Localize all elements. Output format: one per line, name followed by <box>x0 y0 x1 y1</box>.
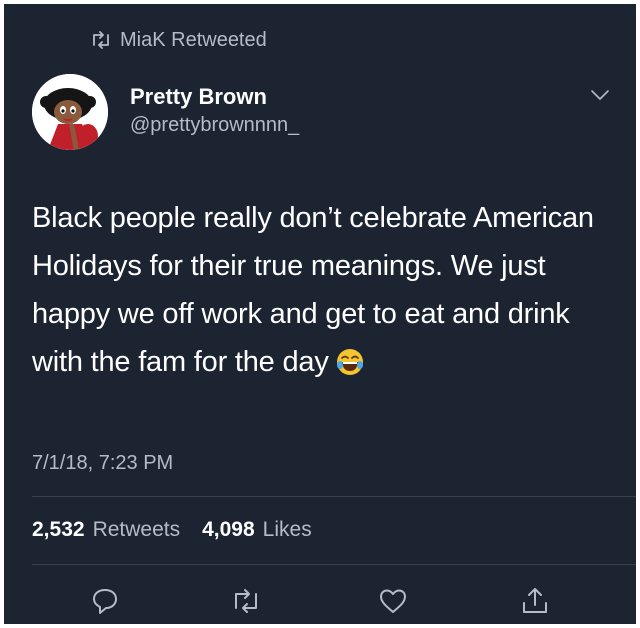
chevron-down-icon[interactable] <box>590 88 610 102</box>
tweet-card: MiaK Retweeted Pretty Brown @prettybrown… <box>4 4 636 624</box>
action-bar <box>4 584 636 624</box>
divider <box>32 496 636 497</box>
cartoon-avatar-icon <box>32 74 108 150</box>
like-icon[interactable] <box>378 586 408 616</box>
retweet-icon <box>93 31 109 49</box>
retweet-context[interactable]: MiaK Retweeted <box>90 28 267 52</box>
author-handle[interactable]: @prettybrownnnn_ <box>130 114 299 137</box>
share-icon[interactable] <box>520 586 550 616</box>
likes-count[interactable]: 4,098 <box>202 518 255 542</box>
avatar[interactable] <box>32 74 108 150</box>
tweet-timestamp[interactable]: 7/1/18, 7:23 PM <box>32 452 173 475</box>
retweet-context-label: MiaK Retweeted <box>120 28 267 51</box>
tweet-text: Black people really don’t celebrate Amer… <box>32 194 622 392</box>
divider <box>32 564 636 565</box>
author-name[interactable]: Pretty Brown <box>130 84 267 110</box>
retweet-icon[interactable] <box>230 586 262 616</box>
retweets-label[interactable]: Retweets <box>93 518 181 542</box>
likes-label[interactable]: Likes <box>263 518 312 542</box>
laughing-emoji-icon <box>335 344 365 392</box>
tweet-text-content: Black people really don’t celebrate Amer… <box>32 202 594 378</box>
tweet-stats: 2,532 Retweets 4,098 Likes <box>32 518 312 542</box>
retweets-count[interactable]: 2,532 <box>32 518 85 542</box>
reply-icon[interactable] <box>90 586 120 616</box>
